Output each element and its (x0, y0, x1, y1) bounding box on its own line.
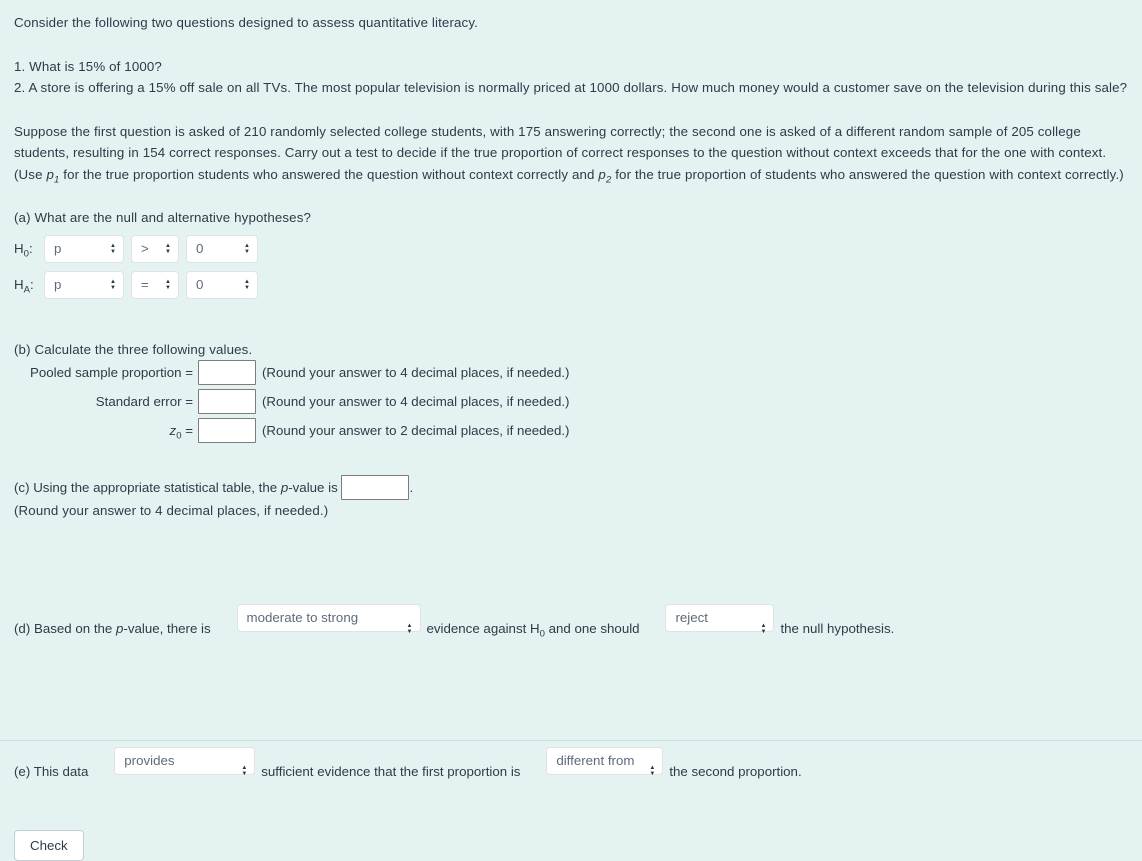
alt-value-select[interactable]: 0 (186, 270, 258, 299)
p-value-symbol: p (116, 621, 124, 636)
pooled-proportion-label: Pooled sample proportion = (30, 365, 193, 380)
exercise-page: Consider the following two questions des… (0, 0, 1142, 861)
z-statistic-input[interactable] (198, 418, 256, 443)
p-value-input[interactable] (341, 475, 410, 500)
standard-error-label: Standard error = (95, 394, 193, 409)
pooled-proportion-note: (Round your answer to 4 decimal places, … (262, 365, 570, 380)
p1-symbol: p1 (46, 166, 60, 186)
setup-text-2: for the true proportion students who ans… (59, 166, 599, 182)
null-param-select-wrap: p ▲ ▼ (44, 234, 124, 263)
intro-lead: Consider the following two questions des… (14, 15, 478, 30)
setup-text-3: for the true proportion of students who … (611, 166, 1124, 182)
alt-operator-select-wrap: = ▲ ▼ (131, 270, 179, 299)
part-c-period: . (409, 479, 414, 495)
part-d-row: (d) Based on the p -value, there is moder… (14, 583, 1128, 676)
alt-operator-select[interactable]: = (131, 270, 179, 299)
provides-select[interactable]: provides (114, 746, 256, 775)
part-e-text-end: the second proportion. (669, 763, 802, 779)
alternative-hypothesis-row: HA: p ▲ ▼ = ▲ ▼ 0 ▲ ▼ (14, 270, 1128, 299)
part-c-text-mid: -value is (288, 479, 342, 495)
part-e-text-before: (e) This data (14, 763, 93, 779)
part-c-text-before: (c) Using the appropriate statistical ta… (14, 479, 281, 495)
z-statistic-note: (Round your answer to 2 decimal places, … (262, 423, 570, 438)
alternative-hypothesis-label: HA: (14, 277, 34, 296)
pooled-proportion-row: Pooled sample proportion = (Round your a… (14, 360, 1128, 385)
part-e-text-mid: sufficient evidence that the first propo… (261, 763, 525, 779)
alt-value-select-wrap: 0 ▲ ▼ (186, 270, 258, 299)
null-value-select[interactable]: 0 (186, 234, 258, 263)
p-value-symbol: p (280, 479, 289, 495)
part-d-text-before: (d) Based on the (14, 621, 117, 636)
pooled-proportion-input[interactable] (198, 360, 256, 385)
question-1: 1. What is 15% of 1000? (14, 58, 162, 74)
null-parameter-select[interactable]: p (44, 234, 124, 263)
null-value-select-wrap: 0 ▲ ▼ (186, 234, 258, 263)
bottom-divider (0, 740, 1142, 741)
part-d-text-after-p: -value, there is (123, 621, 215, 636)
null-operator-select[interactable]: > (131, 234, 179, 263)
check-button[interactable]: Check (14, 829, 84, 861)
comparison-select-wrap: different from ▲ ▼ (524, 725, 664, 818)
null-hypothesis-label: H0: (14, 241, 33, 260)
provides-select-wrap: provides ▲ ▼ (92, 725, 256, 818)
z-statistic-label: z0 = (169, 423, 193, 442)
standard-error-input[interactable] (198, 389, 256, 414)
standard-error-note: (Round your answer to 4 decimal places, … (262, 394, 570, 409)
part-b-prompt: (b) Calculate the three following values… (14, 341, 253, 357)
z-statistic-row: z0 = (Round your answer to 2 decimal pla… (14, 418, 1128, 443)
part-c-note: (Round your answer to 4 decimal places, … (14, 503, 329, 518)
part-c-row: (c) Using the appropriate statistical ta… (14, 475, 1128, 500)
decision-select-wrap: reject ▲ ▼ (643, 583, 775, 676)
part-d-text-end: the null hypothesis. (780, 621, 895, 636)
part-a-prompt: (a) What are the null and alternative hy… (14, 210, 312, 225)
evidence-strength-select[interactable]: moderate to strong (236, 604, 421, 632)
null-hypothesis-row: H0: p ▲ ▼ > ▲ ▼ 0 ▲ ▼ (14, 234, 1128, 263)
p2-symbol: p2 (598, 166, 612, 186)
evidence-strength-select-wrap: moderate to strong ▲ ▼ (214, 583, 421, 676)
standard-error-row: Standard error = (Round your answer to 4… (14, 389, 1128, 414)
problem-setup: Suppose the first question is asked of 2… (14, 121, 1128, 186)
part-e-row: (e) This data provides ▲ ▼ sufficient evi… (14, 725, 1128, 818)
null-operator-select-wrap: > ▲ ▼ (131, 234, 179, 263)
alt-param-select-wrap: p ▲ ▼ (44, 270, 124, 299)
question-2: 2. A store is offering a 15% off sale on… (14, 80, 1128, 95)
comparison-select[interactable]: different from (546, 746, 664, 775)
part-d-text-mid: evidence against H0 and one should (426, 621, 644, 640)
decision-select[interactable]: reject (665, 604, 775, 632)
alt-parameter-select[interactable]: p (44, 270, 124, 299)
